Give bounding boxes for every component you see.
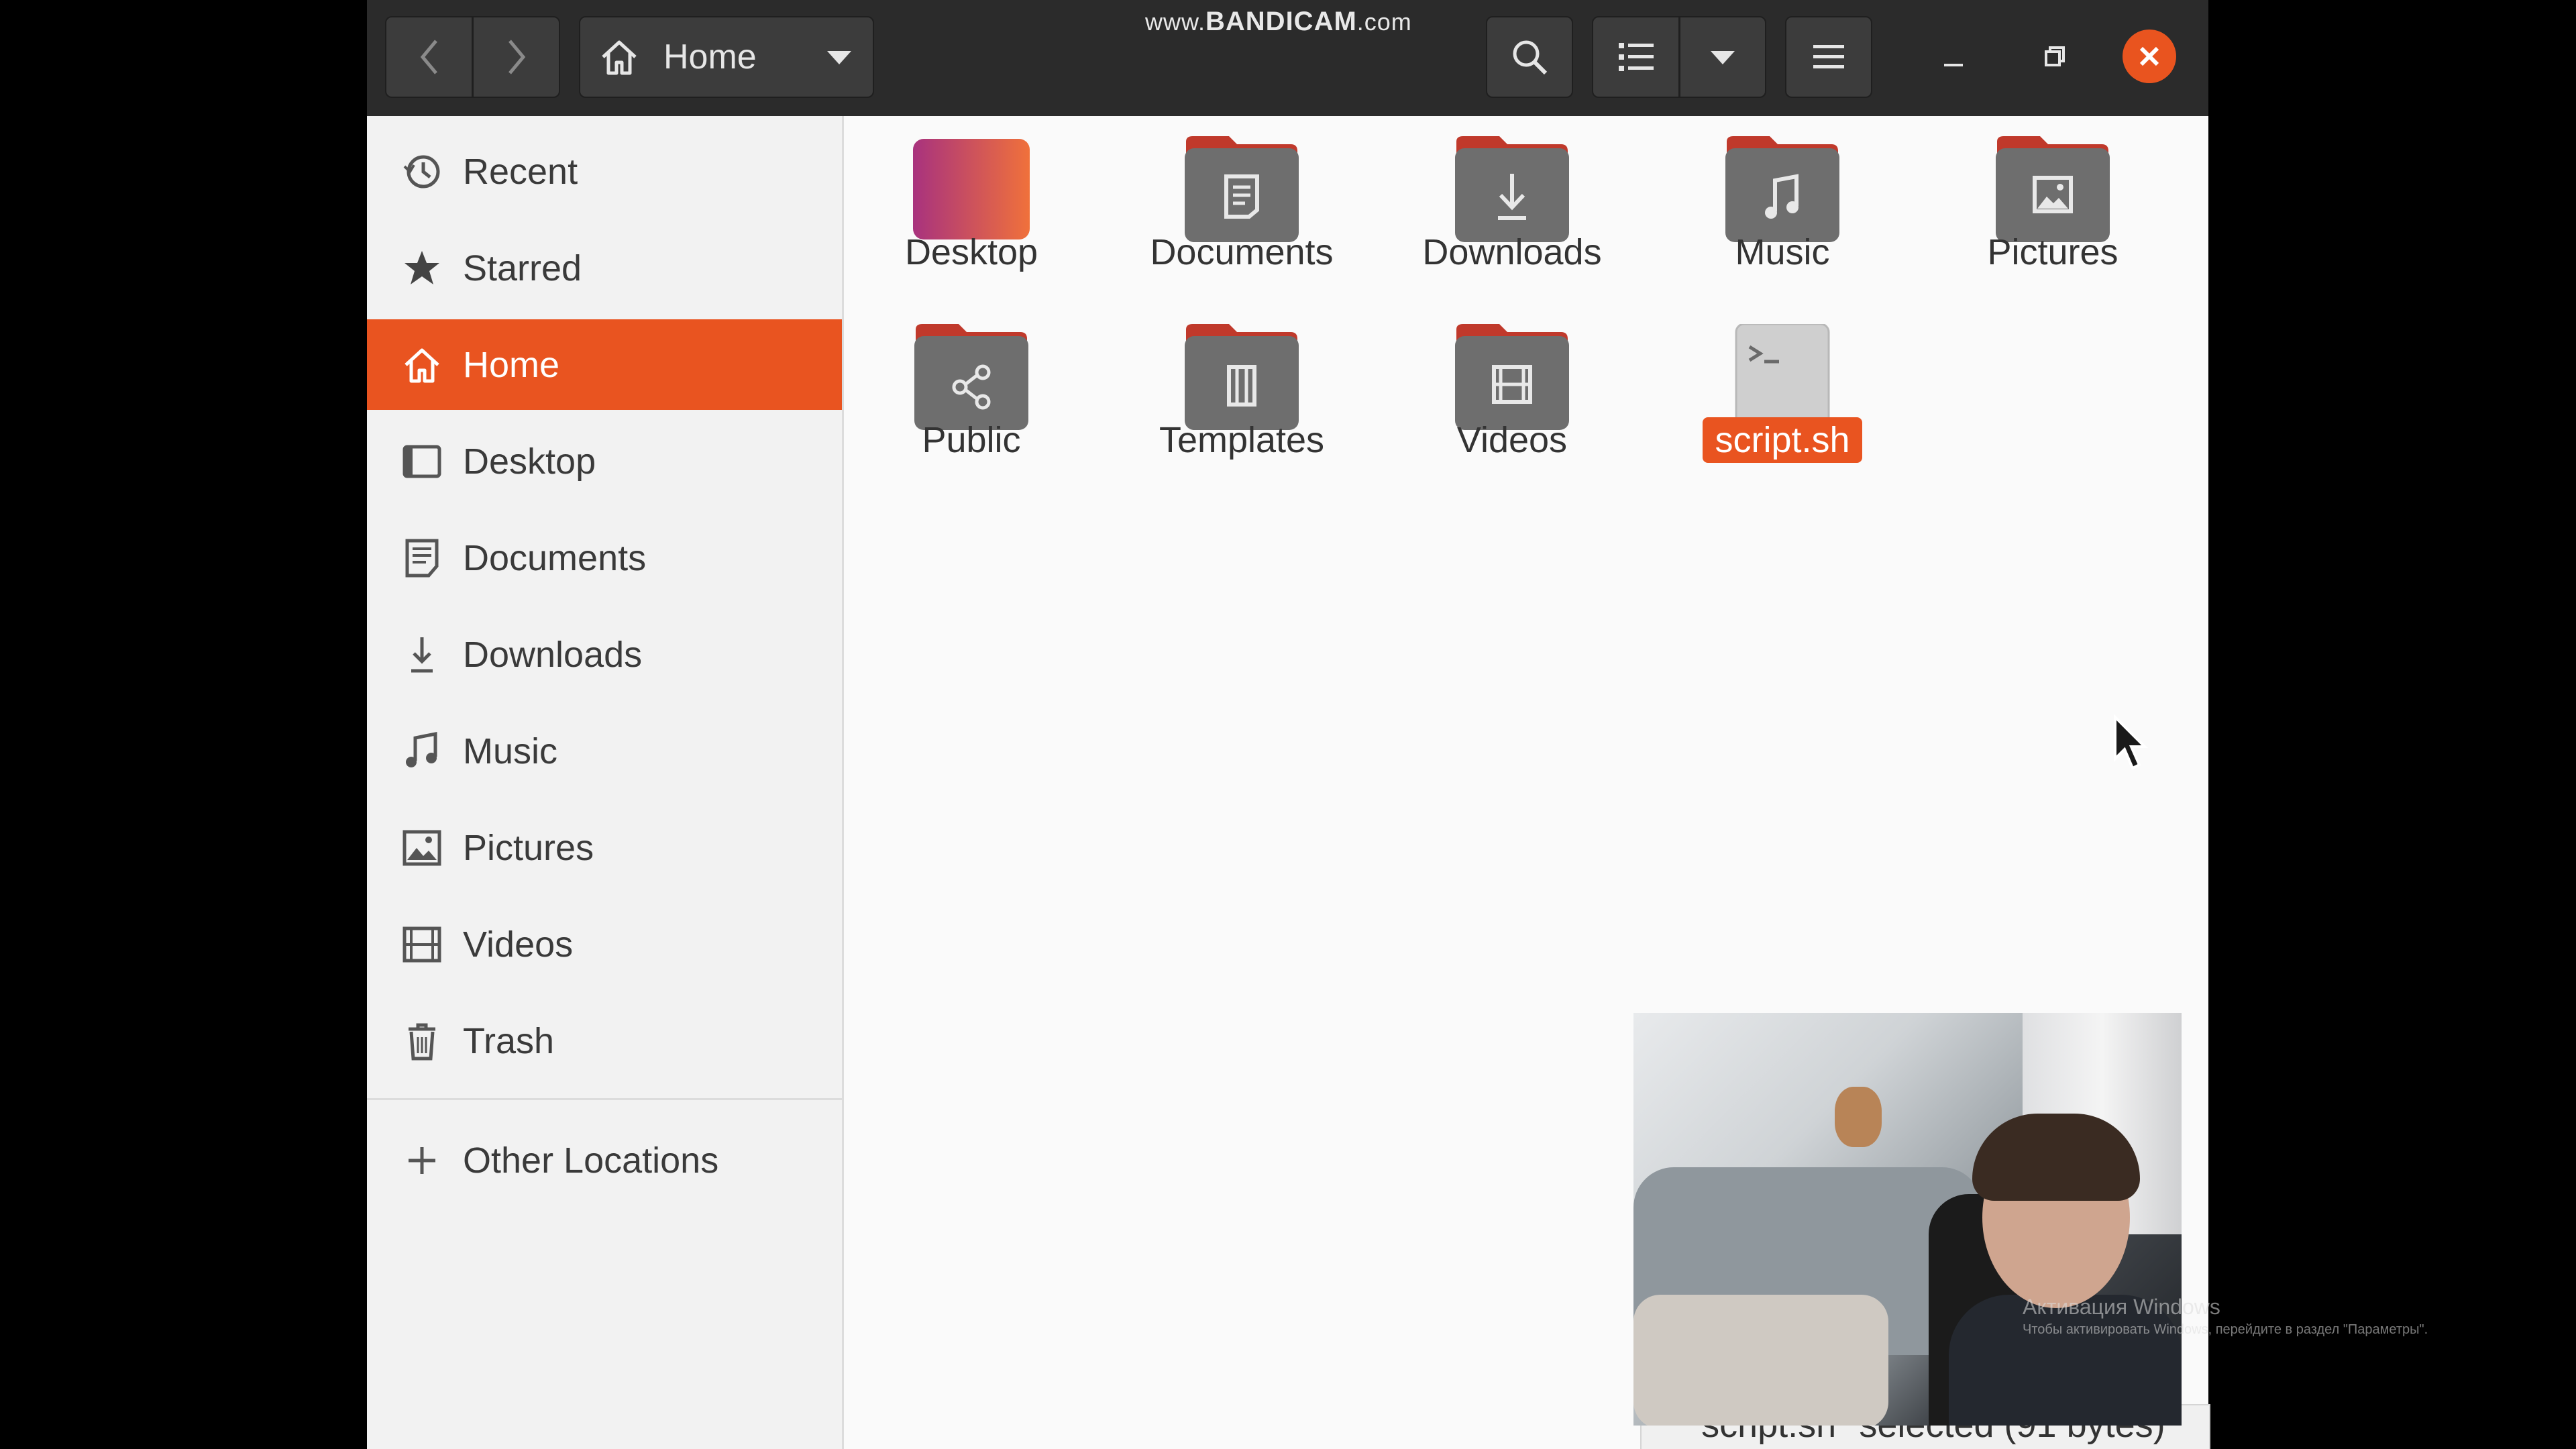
sidebar-item-starred[interactable]: Starred [367, 223, 842, 313]
star-icon [400, 247, 443, 290]
places-sidebar: Recent Starred Home Desktop Documents Do… [367, 116, 844, 1449]
close-icon [2139, 46, 2159, 66]
sidebar-item-recent[interactable]: Recent [367, 126, 842, 217]
list-view-button[interactable] [1592, 16, 1680, 98]
file-item-documents[interactable]: Documents [1114, 116, 1369, 290]
shell-script-icon [1735, 324, 1830, 431]
header-bar: Home www.BANDICAM.com [367, 0, 2208, 116]
file-label: Videos [1456, 420, 1568, 460]
file-item-music[interactable]: Music [1655, 116, 1910, 290]
file-label: Music [1735, 232, 1830, 272]
music-folder-icon [1725, 136, 1839, 242]
sidebar-divider [367, 1098, 842, 1100]
sidebar-item-downloads[interactable]: Downloads [367, 609, 842, 700]
file-item-pictures[interactable]: Pictures [1925, 116, 2180, 290]
caret-down-icon [1711, 51, 1735, 64]
sidebar-item-label: Recent [463, 151, 578, 192]
chevron-left-icon [420, 40, 437, 74]
sidebar-item-label: Videos [463, 924, 574, 965]
webcam-overlay [1633, 1013, 2182, 1426]
search-icon [1513, 40, 1548, 75]
mouse-cursor-icon [2112, 714, 2153, 777]
file-label: script.sh [1655, 417, 1910, 463]
sidebar-item-music[interactable]: Music [367, 706, 842, 796]
caret-down-icon [827, 51, 851, 64]
webcam-teddy-bear [1835, 1087, 1882, 1147]
film-icon [400, 923, 443, 966]
file-label: Documents [1150, 232, 1334, 272]
home-icon [602, 40, 637, 75]
desktop-folder-icon [913, 139, 1030, 239]
videos-folder-icon [1455, 324, 1569, 430]
hamburger-menu-icon [1813, 45, 1844, 68]
minimize-icon [1944, 64, 1963, 66]
home-icon [400, 343, 443, 386]
templates-folder-icon [1185, 324, 1299, 430]
document-icon [400, 537, 443, 580]
sidebar-item-label: Pictures [463, 827, 594, 868]
pictures-folder-icon [1996, 136, 2110, 242]
documents-folder-icon [1185, 136, 1299, 242]
webcam-blanket [1633, 1295, 1888, 1426]
view-options-button[interactable] [1679, 16, 1766, 98]
file-item-videos[interactable]: Videos [1385, 304, 1640, 478]
sidebar-item-pictures[interactable]: Pictures [367, 802, 842, 893]
sidebar-item-label: Trash [463, 1020, 555, 1061]
plus-icon [400, 1139, 443, 1182]
sidebar-item-label: Starred [463, 248, 582, 288]
public-folder-icon [914, 324, 1028, 430]
file-item-downloads[interactable]: Downloads [1385, 116, 1640, 290]
desktop-icon [400, 440, 443, 483]
forward-button[interactable] [472, 16, 560, 98]
back-button[interactable] [385, 16, 473, 98]
download-icon [400, 633, 443, 676]
file-label: Public [922, 420, 1021, 460]
file-label: Pictures [1987, 232, 2118, 272]
close-button[interactable] [2123, 30, 2176, 83]
sidebar-item-label: Other Locations [463, 1140, 719, 1181]
sidebar-item-other-locations[interactable]: Other Locations [367, 1115, 842, 1205]
sidebar-item-label: Downloads [463, 634, 643, 675]
chevron-right-icon [508, 40, 525, 74]
sidebar-item-desktop[interactable]: Desktop [367, 416, 842, 506]
file-item-public[interactable]: Public [844, 304, 1099, 478]
sidebar-item-trash[interactable]: Trash [367, 996, 842, 1086]
main-menu-button[interactable] [1785, 16, 1872, 98]
file-item-desktop[interactable]: Desktop [844, 116, 1099, 290]
sidebar-item-label: Home [463, 344, 560, 385]
file-item-script[interactable]: script.sh [1655, 304, 1910, 478]
picture-icon [400, 826, 443, 869]
path-bar-home[interactable]: Home [579, 16, 874, 98]
list-view-icon [1618, 43, 1654, 71]
minimize-button[interactable] [1923, 27, 1984, 87]
music-icon [400, 730, 443, 773]
sidebar-item-documents[interactable]: Documents [367, 513, 842, 603]
file-label: Desktop [904, 232, 1038, 272]
bandicam-watermark: www.BANDICAM.com [1145, 7, 1412, 36]
file-label: Downloads [1422, 232, 1602, 272]
sidebar-item-videos[interactable]: Videos [367, 899, 842, 989]
file-item-templates[interactable]: Templates [1114, 304, 1369, 478]
path-label: Home [663, 38, 757, 76]
search-button[interactable] [1486, 16, 1573, 98]
maximize-icon [2045, 46, 2065, 66]
trash-icon [400, 1020, 443, 1063]
downloads-folder-icon [1455, 136, 1569, 242]
sidebar-item-label: Documents [463, 537, 647, 578]
sidebar-item-label: Music [463, 731, 558, 771]
windows-activation-notice: Активация Windows Чтобы активировать Win… [2023, 1295, 2428, 1337]
sidebar-item-home[interactable]: Home [367, 319, 842, 410]
sidebar-item-label: Desktop [463, 441, 596, 482]
file-label: Templates [1159, 420, 1325, 460]
maximize-button[interactable] [2024, 27, 2084, 87]
clock-icon [400, 150, 443, 193]
